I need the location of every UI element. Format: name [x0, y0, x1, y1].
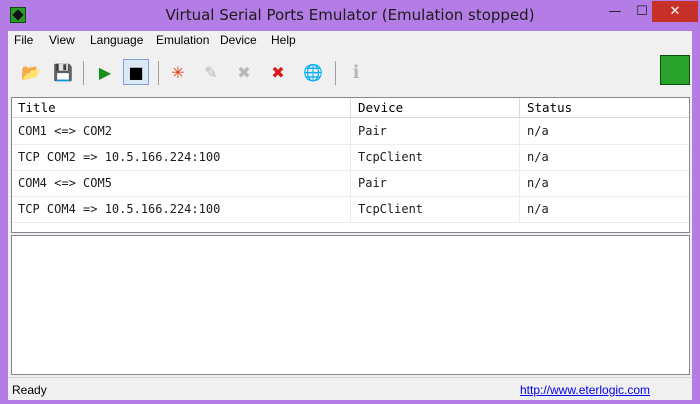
column-divider	[350, 196, 351, 222]
close-button[interactable]: ✕	[652, 1, 698, 22]
table-row[interactable]: COM4 <=> COM5 Pair n/a	[12, 170, 689, 197]
menu-emulation[interactable]: Emulation	[156, 33, 209, 47]
menu-language[interactable]: Language	[90, 33, 143, 47]
toolbar: 📂 💾 ▶ ■ ✳ ✎ ✖ ✖ 🌐 ℹ	[8, 53, 692, 91]
column-header-status[interactable]: Status	[527, 100, 572, 115]
toolbar-separator	[158, 61, 159, 85]
column-divider	[519, 118, 520, 144]
column-divider	[350, 118, 351, 144]
column-divider	[350, 144, 351, 170]
row-device: Pair	[358, 176, 387, 190]
row-title: COM1 <=> COM2	[18, 124, 112, 138]
table-row[interactable]: COM1 <=> COM2 Pair n/a	[12, 118, 689, 145]
log-panel[interactable]	[11, 235, 690, 375]
column-header-device[interactable]: Device	[358, 100, 403, 115]
table-row[interactable]: TCP COM2 => 10.5.166.224:100 TcpClient n…	[12, 144, 689, 171]
stop-emulation-icon[interactable]: ■	[123, 59, 149, 85]
row-title: TCP COM4 => 10.5.166.224:100	[18, 202, 221, 216]
column-divider	[519, 170, 520, 196]
column-divider	[350, 170, 351, 196]
menu-view[interactable]: View	[49, 33, 75, 47]
menu-bar: File View Language Emulation Device Help	[8, 31, 692, 50]
status-text: Ready	[12, 383, 47, 397]
start-emulation-icon[interactable]: ▶	[92, 59, 118, 85]
row-status: n/a	[527, 150, 549, 164]
row-device: TcpClient	[358, 202, 424, 216]
minimize-button[interactable]: —	[602, 1, 628, 22]
delete-device-icon[interactable]: ✖	[265, 59, 291, 85]
window-title: Virtual Serial Ports Emulator (Emulation…	[165, 6, 535, 24]
emulator-logo-icon	[660, 55, 690, 85]
open-folder-icon[interactable]: 📂	[18, 59, 44, 85]
menu-device[interactable]: Device	[220, 33, 257, 47]
column-header-title[interactable]: Title	[18, 100, 56, 115]
title-bar[interactable]: Virtual Serial Ports Emulator (Emulation…	[0, 0, 700, 32]
row-status: n/a	[527, 176, 549, 190]
menu-file[interactable]: File	[14, 33, 33, 47]
app-window: Virtual Serial Ports Emulator (Emulation…	[0, 0, 700, 404]
row-title: TCP COM2 => 10.5.166.224:100	[18, 150, 221, 164]
toolbar-separator	[83, 61, 84, 85]
table-row[interactable]: TCP COM4 => 10.5.166.224:100 TcpClient n…	[12, 196, 689, 223]
website-link[interactable]: http://www.eterlogic.com	[520, 383, 650, 397]
list-header: Title Device Status	[12, 98, 689, 118]
row-status: n/a	[527, 124, 549, 138]
column-divider	[519, 144, 520, 170]
column-divider[interactable]	[519, 98, 520, 117]
row-status: n/a	[527, 202, 549, 216]
save-icon[interactable]: 💾	[50, 59, 76, 85]
column-divider	[519, 196, 520, 222]
column-divider[interactable]	[350, 98, 351, 117]
client-area: File View Language Emulation Device Help…	[8, 31, 692, 400]
toolbar-separator	[335, 61, 336, 85]
edit-device-icon[interactable]: ✎	[198, 59, 224, 85]
row-device: TcpClient	[358, 150, 424, 164]
device-list[interactable]: Title Device Status COM1 <=> COM2 Pair n…	[11, 97, 690, 233]
row-device: Pair	[358, 124, 387, 138]
status-bar: Ready http://www.eterlogic.com	[8, 377, 692, 400]
network-settings-icon[interactable]: 🌐	[300, 59, 326, 85]
create-device-icon[interactable]: ✳	[165, 59, 191, 85]
info-icon[interactable]: ℹ	[343, 59, 369, 85]
disconnect-device-icon[interactable]: ✖	[231, 59, 257, 85]
row-title: COM4 <=> COM5	[18, 176, 112, 190]
menu-help[interactable]: Help	[271, 33, 296, 47]
